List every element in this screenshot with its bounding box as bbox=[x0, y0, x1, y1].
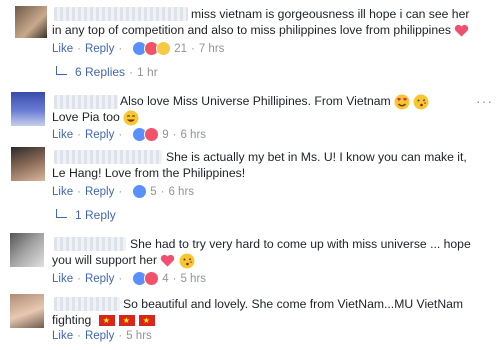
vietnam-flag-icon bbox=[138, 315, 155, 327]
blurred-commenter-name[interactable] bbox=[54, 150, 162, 164]
replies-label[interactable]: 6 Replies bbox=[75, 65, 125, 79]
reply-arrow-icon bbox=[56, 65, 67, 75]
avatar[interactable] bbox=[11, 147, 45, 181]
reply-link[interactable]: Reply bbox=[85, 273, 114, 285]
reaction-count[interactable]: 9 bbox=[162, 129, 168, 141]
comment-text-line-2-content: Love Pia too bbox=[52, 110, 120, 124]
love-reaction-icon bbox=[144, 271, 160, 286]
comment-text-line-1: Also love Miss Universe Phillipines. Fro… bbox=[120, 92, 429, 110]
timestamp[interactable]: 6 hrs bbox=[168, 186, 194, 198]
separator-dot: · bbox=[118, 42, 123, 55]
heart-icon bbox=[455, 24, 469, 37]
like-link[interactable]: Like bbox=[52, 186, 73, 198]
view-replies-link[interactable]: 6 Replies · 1 hr bbox=[56, 65, 158, 79]
separator-dot: · bbox=[118, 185, 123, 198]
separator-dot: · bbox=[172, 272, 177, 285]
more-options-icon[interactable]: ··· bbox=[476, 93, 493, 109]
replies-label[interactable]: 1 Reply bbox=[75, 208, 116, 222]
like-reaction-icon bbox=[132, 184, 148, 199]
kiss-emoji bbox=[413, 94, 429, 110]
view-replies-link[interactable]: 1 Reply bbox=[56, 208, 116, 222]
reaction-count[interactable]: 21 bbox=[174, 43, 187, 55]
comment-text-line-2: Love Pia too bbox=[52, 108, 139, 126]
reply-link[interactable]: Reply bbox=[85, 186, 114, 198]
comment-text-line-1: So beautiful and lovely. She come from V… bbox=[123, 297, 464, 311]
avatar[interactable] bbox=[10, 233, 44, 267]
comment-actions: Like · Reply · 4 · 5 hrs bbox=[52, 271, 206, 286]
comment-text-line-2: you will support her bbox=[52, 251, 195, 269]
like-link[interactable]: Like bbox=[52, 330, 73, 342]
separator-dot: · bbox=[191, 42, 195, 55]
separator-dot: · bbox=[118, 128, 123, 141]
comment-text-line-2: fighting bbox=[52, 311, 159, 329]
heart-icon bbox=[161, 254, 175, 267]
reaction-icons[interactable] bbox=[132, 184, 148, 199]
timestamp[interactable]: 6 hrs bbox=[180, 129, 206, 141]
timestamp[interactable]: 7 hrs bbox=[199, 43, 225, 55]
avatar[interactable] bbox=[15, 6, 47, 38]
heart-eyes-emoji bbox=[394, 94, 410, 110]
reply-link[interactable]: Reply bbox=[85, 129, 114, 141]
wow-reaction-icon bbox=[156, 41, 172, 56]
blurred-commenter-name[interactable] bbox=[54, 297, 120, 311]
comment-text-line-2: Le Hang! Love from the Philippines! bbox=[52, 166, 246, 180]
avatar[interactable] bbox=[11, 92, 45, 126]
separator-dot: · bbox=[118, 272, 123, 285]
replies-time: 1 hr bbox=[137, 65, 158, 79]
comment-text-line-2-content: in any top of competition and also to mi… bbox=[52, 23, 452, 37]
reaction-icons[interactable] bbox=[132, 271, 160, 286]
comment-text-line-2: in any top of competition and also to mi… bbox=[52, 21, 469, 39]
separator-dot: · bbox=[160, 185, 165, 198]
reply-arrow-icon bbox=[56, 208, 67, 218]
like-link[interactable]: Like bbox=[52, 43, 73, 55]
reply-link[interactable]: Reply bbox=[85, 330, 114, 342]
blurred-commenter-name[interactable] bbox=[54, 237, 126, 251]
avatar[interactable] bbox=[10, 294, 44, 328]
separator-dot: · bbox=[118, 330, 123, 342]
kiss-emoji bbox=[179, 253, 195, 269]
comment-actions: Like · Reply · 9 · 6 hrs bbox=[52, 127, 206, 142]
separator-dot: · bbox=[77, 42, 81, 55]
comment-actions: Like · Reply · 21 · 7 hrs bbox=[52, 41, 224, 56]
blurred-commenter-name[interactable] bbox=[54, 7, 188, 21]
like-link[interactable]: Like bbox=[52, 273, 73, 285]
comment-actions: Like · Reply · 5 · 6 hrs bbox=[52, 184, 194, 199]
separator-dot: · bbox=[172, 128, 177, 141]
reaction-count[interactable]: 4 bbox=[162, 273, 168, 285]
vietnam-flag-icon bbox=[118, 315, 135, 327]
comment-actions: Like · Reply · 5 hrs bbox=[52, 330, 152, 342]
timestamp[interactable]: 5 hrs bbox=[180, 273, 206, 285]
comment-text-line-2-content: you will support her bbox=[52, 253, 157, 267]
reaction-icons[interactable] bbox=[132, 41, 172, 56]
reaction-icons[interactable] bbox=[132, 127, 160, 142]
separator-dot: · bbox=[129, 65, 134, 79]
like-link[interactable]: Like bbox=[52, 129, 73, 141]
separator-dot: · bbox=[77, 185, 81, 198]
smile-emoji bbox=[123, 110, 139, 126]
timestamp[interactable]: 5 hrs bbox=[126, 330, 152, 342]
separator-dot: · bbox=[77, 330, 81, 342]
comment-text-line-2-content: fighting bbox=[52, 313, 92, 327]
blurred-commenter-name[interactable] bbox=[54, 95, 118, 109]
reply-link[interactable]: Reply bbox=[85, 43, 114, 55]
love-reaction-icon bbox=[144, 127, 160, 142]
reaction-count[interactable]: 5 bbox=[150, 186, 156, 198]
separator-dot: · bbox=[77, 272, 81, 285]
vietnam-flag-icon bbox=[98, 315, 115, 327]
comment-text-line-1-content: Also love Miss Universe Phillipines. Fro… bbox=[120, 94, 391, 108]
flags-group bbox=[98, 313, 159, 327]
separator-dot: · bbox=[77, 128, 81, 141]
